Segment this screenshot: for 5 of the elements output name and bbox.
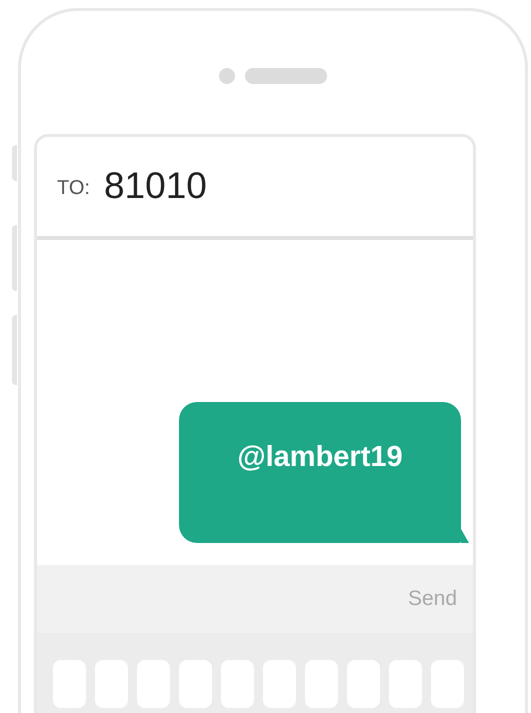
speaker-grille-icon	[245, 68, 327, 84]
recipient-label: TO:	[57, 176, 90, 200]
message-text: @lambert19	[237, 440, 403, 475]
recipient-number: 81010	[104, 164, 207, 208]
send-button[interactable]: Send	[408, 583, 457, 615]
